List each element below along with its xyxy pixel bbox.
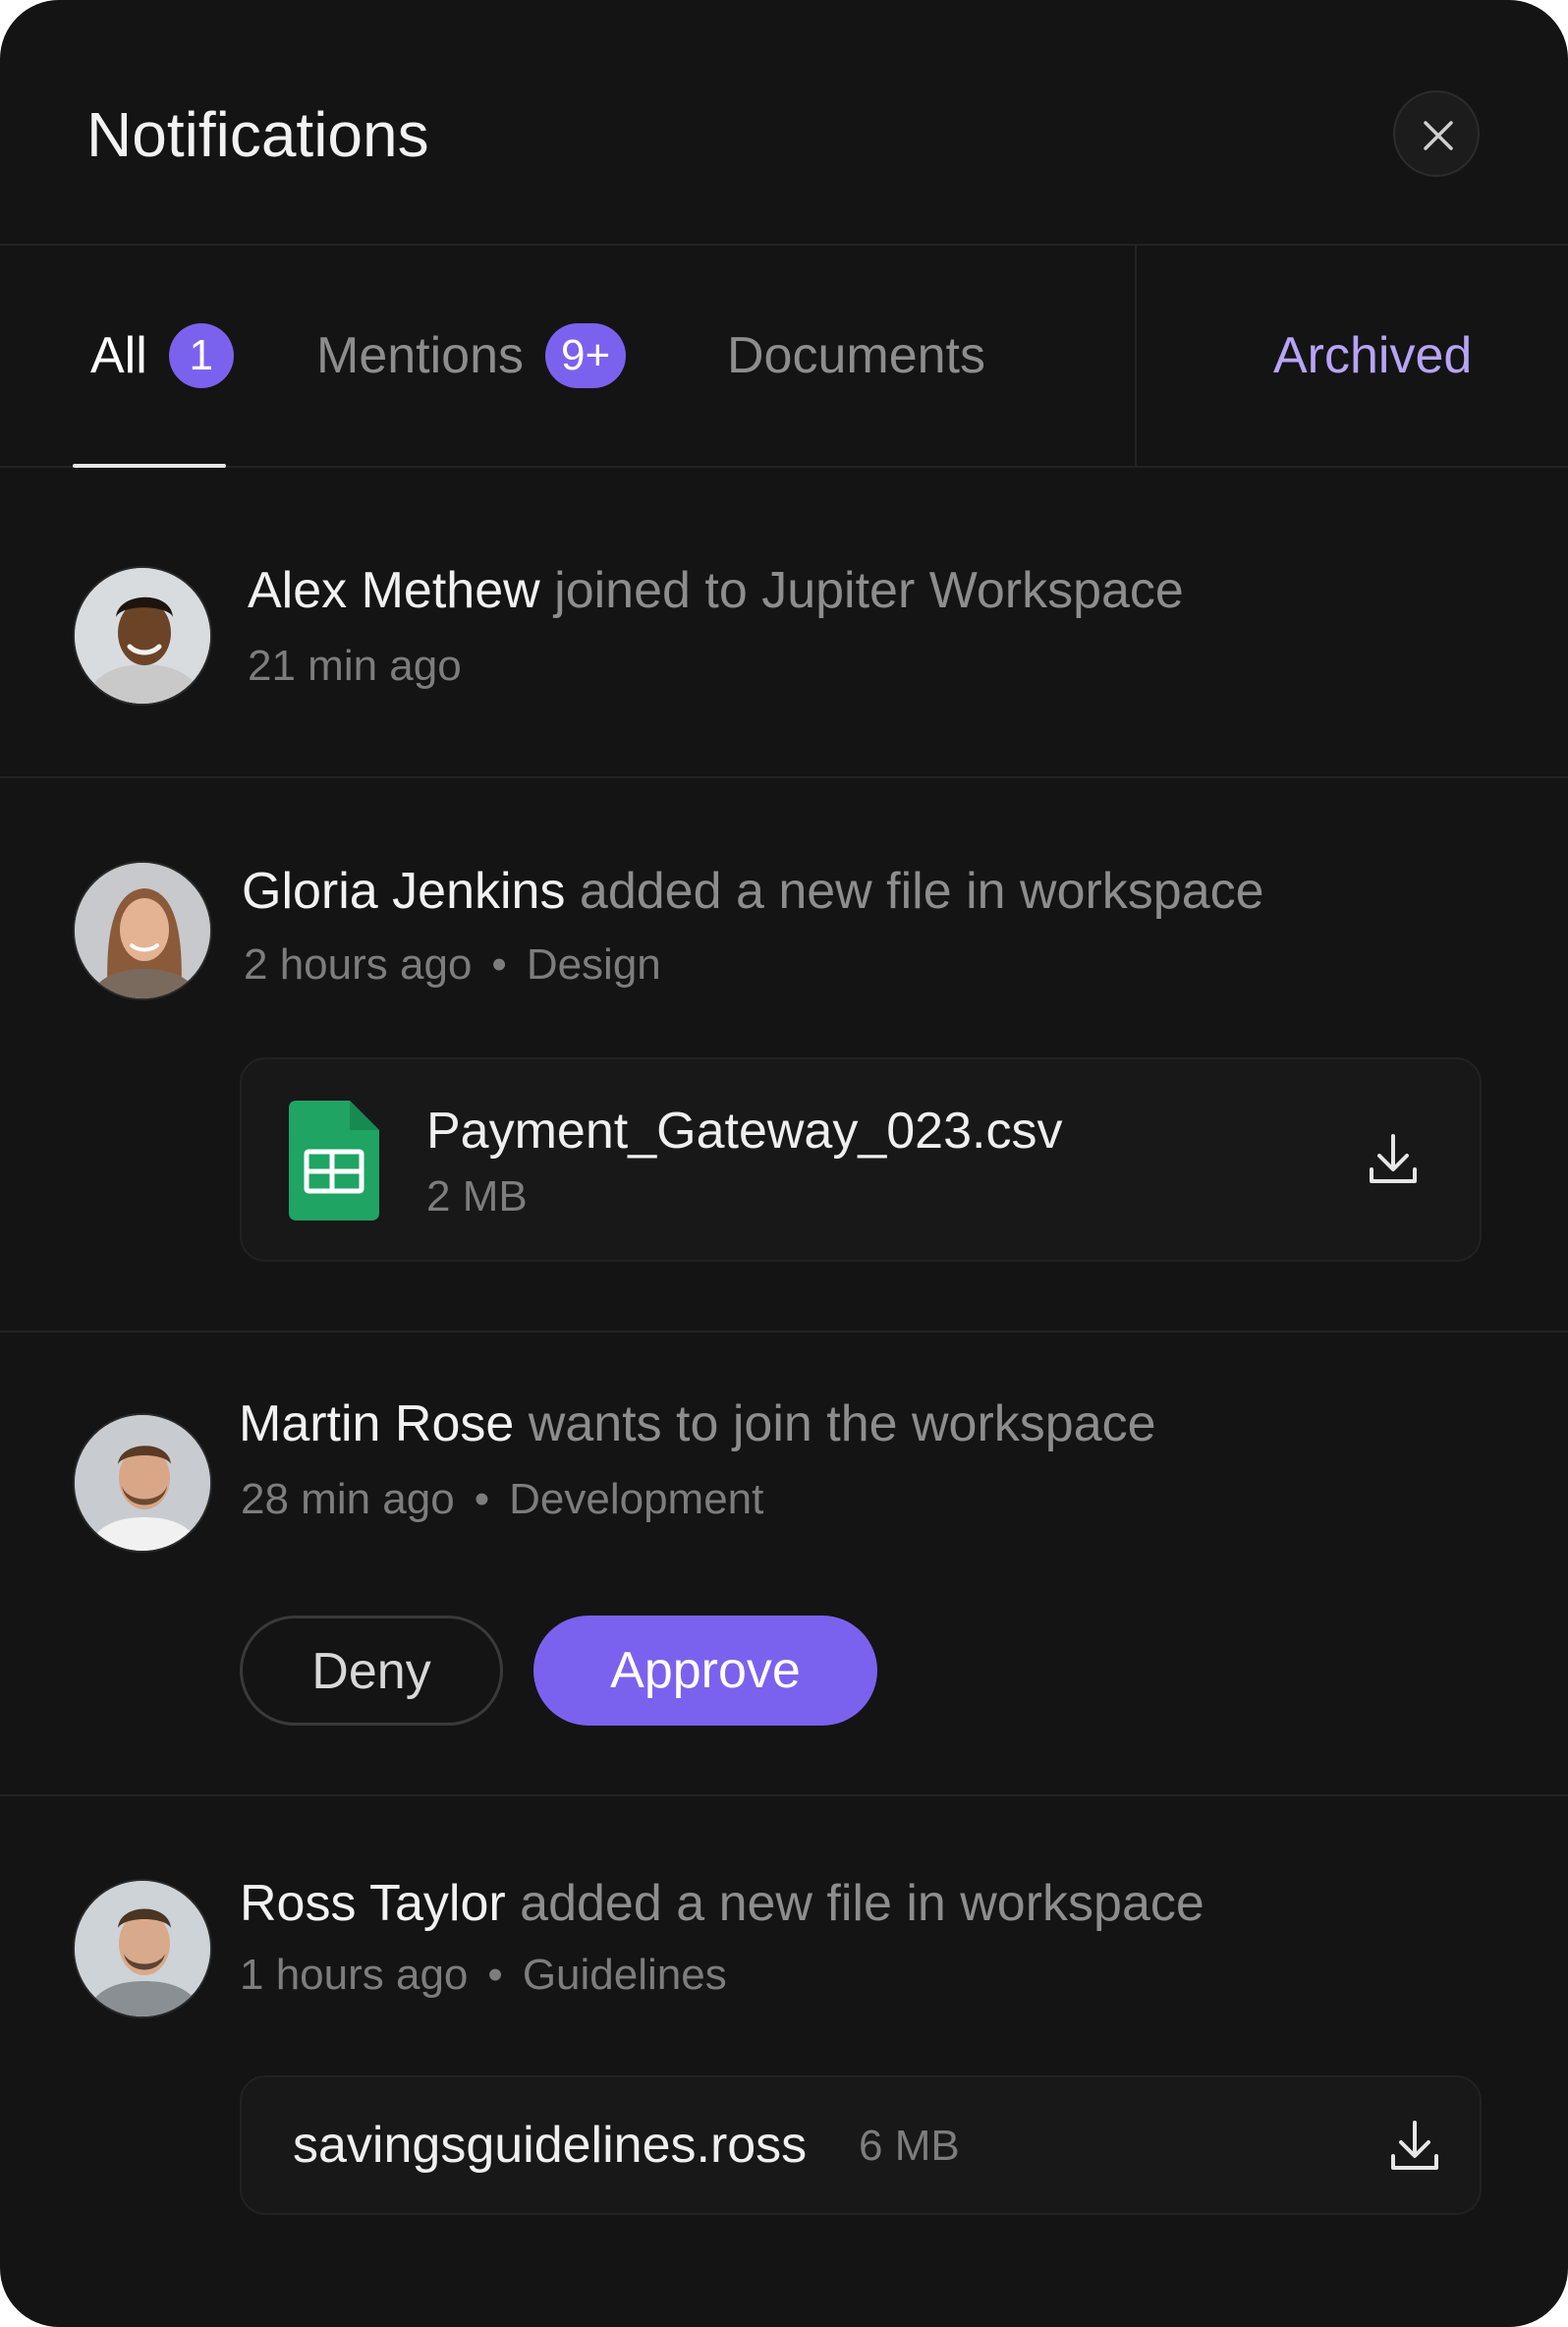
close-icon xyxy=(1424,121,1453,150)
avatar xyxy=(73,566,212,706)
avatar xyxy=(73,1879,212,2018)
spreadsheet-icon xyxy=(289,1101,379,1220)
timestamp: 2 hours ago xyxy=(244,940,473,989)
tab-all-badge: 1 xyxy=(168,323,234,388)
notification-text: Alex Methew joined to Jupiter Workspace xyxy=(248,556,1184,625)
notification-item[interactable]: Martin Rose wants to join the workspace … xyxy=(0,1333,1568,1796)
avatar xyxy=(73,861,212,1000)
file-name: savingsguidelines.ross xyxy=(293,2117,808,2174)
tab-documents-label: Documents xyxy=(727,327,985,384)
tab-mentions[interactable]: Mentions 9+ xyxy=(316,246,627,466)
user-name: Ross Taylor xyxy=(240,1875,506,1932)
notification-text: Gloria Jenkins added a new file in works… xyxy=(242,857,1264,926)
file-attachment[interactable]: savingsguidelines.ross 6 MB xyxy=(240,2075,1482,2215)
panel-title: Notifications xyxy=(86,99,429,170)
notification-meta: 21 min ago xyxy=(248,637,462,696)
notification-action: wants to join the workspace xyxy=(528,1395,1156,1452)
approve-button[interactable]: Approve xyxy=(533,1616,877,1726)
download-icon xyxy=(1391,2121,1438,2170)
category: Development xyxy=(509,1475,764,1523)
notification-meta: 2 hours ago • Design xyxy=(244,936,661,994)
close-button[interactable] xyxy=(1393,90,1480,177)
file-attachment[interactable]: Payment_Gateway_023.csv 2 MB xyxy=(240,1057,1482,1262)
deny-button[interactable]: Deny xyxy=(240,1616,503,1726)
timestamp: 1 hours ago xyxy=(240,1951,469,1999)
separator-dot: • xyxy=(474,1475,490,1523)
category: Design xyxy=(526,940,661,989)
panel-header: Notifications xyxy=(0,0,1568,246)
tabs-divider xyxy=(1135,246,1137,466)
tab-mentions-label: Mentions xyxy=(316,327,524,384)
notification-text: Ross Taylor added a new file in workspac… xyxy=(240,1869,1204,1938)
timestamp: 28 min ago xyxy=(241,1475,455,1523)
notification-action: added a new file in workspace xyxy=(520,1875,1204,1932)
timestamp: 21 min ago xyxy=(248,642,462,690)
download-button[interactable] xyxy=(1383,2115,1446,2178)
avatar xyxy=(73,1413,212,1553)
notification-item[interactable]: Ross Taylor added a new file in workspac… xyxy=(0,1796,1568,2327)
notification-item[interactable]: Gloria Jenkins added a new file in works… xyxy=(0,778,1568,1333)
tab-mentions-badge: 9+ xyxy=(545,323,627,388)
download-button[interactable] xyxy=(1362,1128,1425,1191)
file-size: 6 MB xyxy=(859,2122,960,2170)
user-name: Gloria Jenkins xyxy=(242,863,566,920)
tab-all[interactable]: All 1 xyxy=(90,246,234,466)
category: Guidelines xyxy=(522,1951,727,1999)
notification-text: Martin Rose wants to join the workspace xyxy=(239,1390,1156,1458)
separator-dot: • xyxy=(491,940,507,989)
notification-action: added a new file in workspace xyxy=(579,863,1264,920)
separator-dot: • xyxy=(487,1951,503,1999)
tab-archived-label: Archived xyxy=(1273,327,1473,384)
user-name: Alex Methew xyxy=(248,562,540,619)
tab-bar: All 1 Mentions 9+ Documents Archived xyxy=(0,246,1568,468)
tab-documents[interactable]: Documents xyxy=(727,246,985,466)
download-icon xyxy=(1370,1134,1417,1183)
user-name: Martin Rose xyxy=(239,1395,515,1452)
file-name: Payment_Gateway_023.csv xyxy=(426,1103,1063,1160)
notification-item[interactable]: Alex Methew joined to Jupiter Workspace … xyxy=(0,468,1568,778)
notification-meta: 28 min ago • Development xyxy=(241,1470,763,1529)
notifications-panel: Notifications All 1 Mentions 9+ Document… xyxy=(0,0,1568,2327)
tab-archived[interactable]: Archived xyxy=(1273,246,1472,466)
notification-action: joined to Jupiter Workspace xyxy=(554,562,1184,619)
tab-all-label: All xyxy=(90,327,147,384)
file-size: 2 MB xyxy=(426,1172,528,1220)
notification-meta: 1 hours ago • Guidelines xyxy=(240,1946,727,2005)
